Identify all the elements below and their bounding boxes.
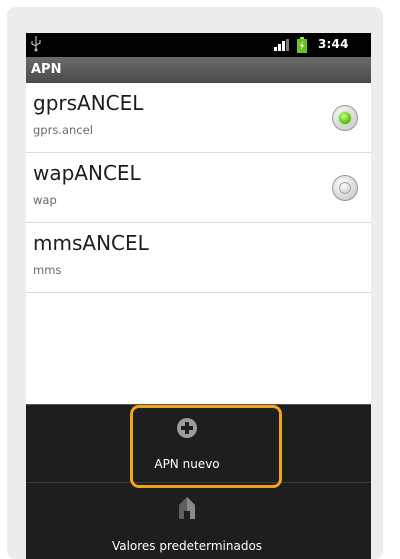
apn-row-mmsancel[interactable]: mmsANCEL mms bbox=[26, 223, 371, 293]
apn-row-wapancel[interactable]: wapANCEL wap bbox=[26, 153, 371, 223]
reset-defaults-button[interactable]: Valores predeterminados bbox=[26, 483, 371, 559]
apn-name: gprsANCEL bbox=[33, 91, 144, 115]
apn-value: mms bbox=[33, 263, 62, 277]
phone-screen: 3:44 APN gprsANCEL gprs.ancel wapANCEL w… bbox=[26, 33, 371, 559]
apn-radio-unselected[interactable] bbox=[332, 175, 358, 201]
apn-list: gprsANCEL gprs.ancel wapANCEL wap mmsANC… bbox=[26, 83, 371, 404]
usb-icon bbox=[31, 36, 41, 52]
page-title: APN bbox=[31, 62, 62, 77]
apn-name: mmsANCEL bbox=[33, 231, 149, 255]
reset-icon bbox=[179, 497, 195, 519]
battery-icon bbox=[297, 37, 307, 53]
status-time: 3:44 bbox=[318, 37, 349, 51]
signal-icon bbox=[274, 39, 289, 51]
title-bar: APN bbox=[26, 57, 371, 83]
highlight-box bbox=[130, 405, 282, 488]
apn-value: gprs.ancel bbox=[33, 123, 93, 137]
options-menu: APN nuevo Valores predeterminados bbox=[26, 404, 371, 559]
radio-dot-icon bbox=[339, 112, 351, 124]
apn-row-gprsancel[interactable]: gprsANCEL gprs.ancel bbox=[26, 83, 371, 153]
reset-defaults-label: Valores predeterminados bbox=[111, 539, 263, 553]
status-bar: 3:44 bbox=[26, 33, 371, 57]
apn-value: wap bbox=[33, 193, 57, 207]
apn-radio-selected[interactable] bbox=[332, 105, 358, 131]
radio-dot-icon bbox=[339, 182, 351, 194]
apn-name: wapANCEL bbox=[33, 161, 141, 185]
